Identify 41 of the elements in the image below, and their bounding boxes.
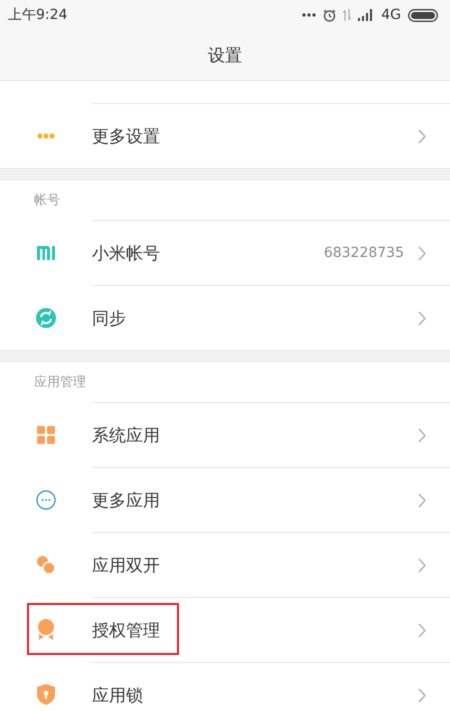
- page-title: 设置: [208, 44, 242, 66]
- chevron-right-icon: [418, 622, 426, 638]
- item-label: 授权管理: [92, 620, 161, 642]
- item-label: 系统应用: [92, 424, 161, 446]
- more-circle-icon: [36, 490, 56, 510]
- data-transfer-icon: [343, 9, 352, 21]
- shield-lock-icon: [37, 684, 55, 705]
- item-label: 应用锁: [92, 684, 144, 706]
- grid-icon: [37, 426, 55, 444]
- sync-icon: [36, 308, 56, 328]
- chevron-right-icon: [418, 310, 426, 326]
- dots-icon: [37, 132, 55, 138]
- chevron-right-icon: [418, 428, 426, 442]
- chevron-right-icon: [418, 558, 426, 572]
- settings-item[interactable]: 系统应用: [0, 402, 450, 467]
- alarm-icon: [323, 8, 336, 22]
- signal-icon: [358, 9, 374, 21]
- item-label: 小米帐号: [92, 242, 161, 264]
- more-notifications-icon: [302, 13, 316, 17]
- settings-item[interactable]: 小米帐号 683228735: [0, 220, 450, 285]
- item-label: 更多应用: [92, 490, 161, 512]
- settings-item[interactable]: 应用锁: [0, 662, 450, 711]
- chevron-right-icon: [418, 246, 426, 260]
- settings-item[interactable]: 应用双开: [0, 532, 450, 597]
- item-label: 应用双开: [92, 554, 161, 576]
- chevron-right-icon: [418, 128, 426, 144]
- section-header: 应用管理: [34, 374, 86, 391]
- mi-logo-icon: [37, 246, 55, 260]
- section-header: 帐号: [34, 192, 60, 209]
- chevron-right-icon: [418, 492, 426, 508]
- two-circles-icon: [36, 554, 56, 574]
- settings-item[interactable]: 更多应用: [0, 467, 450, 532]
- item-label: 更多设置: [92, 126, 161, 148]
- medal-icon: [37, 619, 55, 640]
- chevron-right-icon: [418, 688, 426, 702]
- clock-time: 上午9:24: [8, 6, 68, 24]
- network-type: 4G: [381, 7, 401, 23]
- item-label: 同步: [92, 308, 127, 330]
- settings-item[interactable]: 授权管理: [0, 597, 450, 662]
- battery-icon: [408, 8, 438, 22]
- item-value: 683228735: [324, 245, 404, 261]
